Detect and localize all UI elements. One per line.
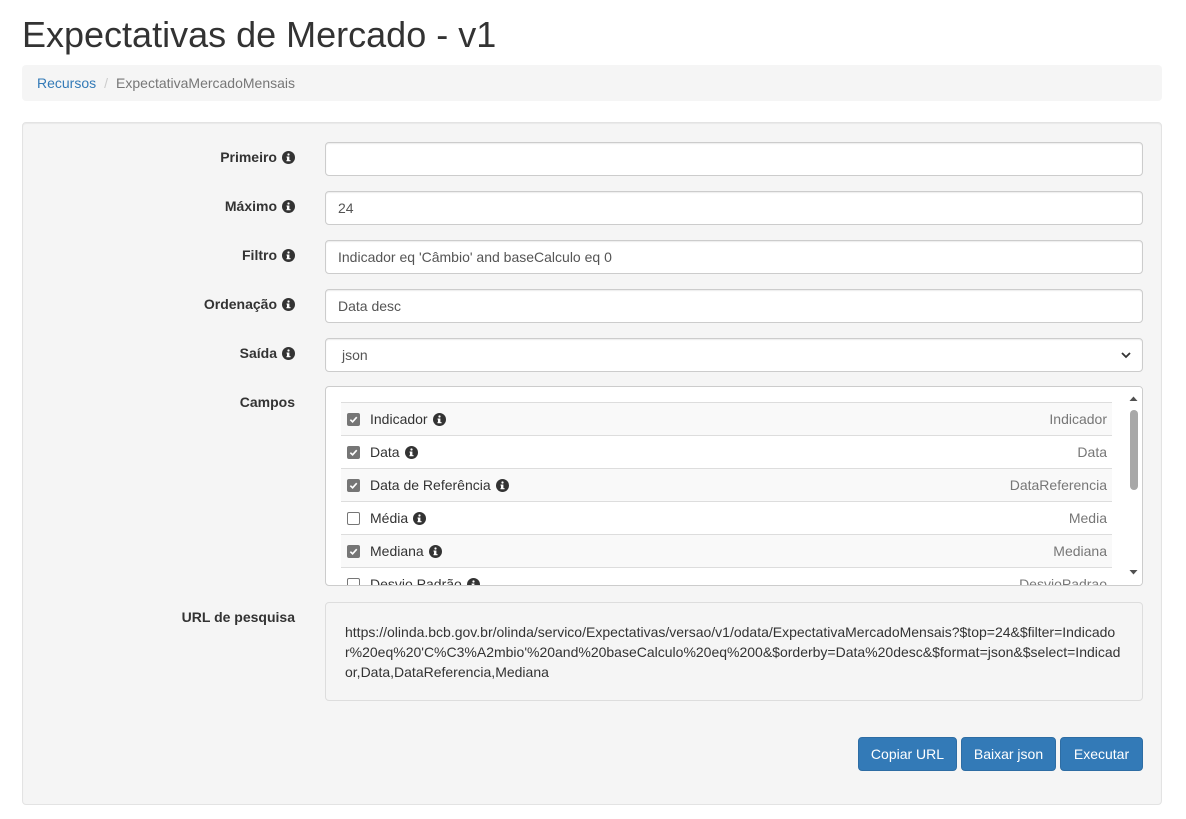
url-label: URL de pesquisa — [23, 609, 295, 625]
info-icon[interactable] — [432, 412, 446, 426]
campo-key: Data — [1077, 444, 1107, 460]
scrollbar-thumb[interactable] — [1130, 410, 1138, 490]
campo-label-wrap: Indicador — [370, 411, 446, 427]
campo-row[interactable]: Mediana Mediana — [341, 534, 1112, 567]
campo-label-wrap: Data — [370, 444, 418, 460]
campos-label: Campos — [23, 394, 295, 410]
campo-row[interactable]: Indicador Indicador — [341, 402, 1112, 435]
breadcrumb: Recursos / ExpectativaMercadoMensais — [22, 65, 1162, 101]
execute-button[interactable]: Executar — [1060, 737, 1143, 771]
campo-label: Data de Referência — [370, 477, 491, 493]
campo-checkbox[interactable] — [347, 511, 360, 525]
campo-checkbox[interactable] — [347, 445, 360, 459]
filtro-label-text: Filtro — [242, 247, 277, 263]
primeiro-label: Primeiro — [23, 149, 295, 165]
maximo-label-text: Máximo — [224, 198, 277, 214]
primeiro-input[interactable] — [325, 142, 1143, 176]
campos-scrollbar[interactable] — [1125, 387, 1142, 585]
ordenacao-input[interactable] — [325, 289, 1143, 323]
breadcrumb-current: ExpectativaMercadoMensais — [116, 75, 296, 91]
campos-list-box[interactable]: Indicador Indicador Data Data Data de Referê… — [325, 386, 1143, 586]
scroll-down-icon[interactable] — [1129, 568, 1138, 577]
campo-label-wrap: Desvio Padrão — [370, 576, 480, 586]
campo-label-wrap: Data de Referência — [370, 477, 509, 493]
info-icon[interactable] — [282, 150, 295, 164]
saida-label-text: Saída — [239, 345, 277, 361]
info-icon[interactable] — [282, 346, 295, 360]
campo-key: DataReferencia — [1009, 477, 1107, 493]
ordenacao-label: Ordenação — [23, 296, 295, 312]
breadcrumb-separator: / — [104, 75, 109, 91]
campo-key: Media — [1068, 510, 1107, 526]
scroll-up-icon[interactable] — [1129, 394, 1138, 403]
info-icon[interactable] — [495, 478, 509, 492]
info-icon[interactable] — [282, 199, 295, 213]
campo-row[interactable]: Data de Referência DataReferencia — [341, 468, 1112, 501]
campo-label: Mediana — [370, 543, 424, 559]
campo-key: DesvioPadrao — [1019, 576, 1107, 586]
campo-label: Média — [370, 510, 409, 526]
campos-label-text: Campos — [239, 394, 295, 410]
campo-row[interactable]: Desvio Padrão DesvioPadrao — [341, 567, 1112, 586]
campo-label: Data — [370, 444, 400, 460]
copy-url-button[interactable]: Copiar URL — [858, 737, 957, 771]
maximo-input[interactable] — [325, 191, 1143, 225]
campo-checkbox[interactable] — [347, 577, 360, 585]
info-icon[interactable] — [413, 511, 427, 525]
info-icon[interactable] — [466, 577, 480, 585]
download-json-button[interactable]: Baixar json — [961, 737, 1056, 771]
page-title: Expectativas de Mercado - v1 — [22, 14, 497, 55]
url-label-text: URL de pesquisa — [181, 609, 295, 625]
campo-checkbox[interactable] — [347, 478, 360, 492]
saida-select-value: json — [342, 347, 368, 363]
campo-row[interactable]: Data Data — [341, 435, 1112, 468]
filtro-input[interactable] — [325, 240, 1143, 274]
campo-label: Desvio Padrão — [370, 576, 462, 586]
primeiro-label-text: Primeiro — [220, 149, 277, 165]
query-form-panel: Primeiro Máximo Filtro Ordenação Saída j… — [22, 122, 1162, 805]
campo-label: Indicador — [370, 411, 428, 427]
campo-row[interactable]: Média Media — [341, 501, 1112, 534]
maximo-label: Máximo — [23, 198, 295, 214]
filtro-label: Filtro — [23, 247, 295, 263]
info-icon[interactable] — [404, 445, 418, 459]
chevron-down-icon — [1120, 349, 1132, 361]
campo-key: Mediana — [1053, 543, 1107, 559]
ordenacao-label-text: Ordenação — [203, 296, 277, 312]
campo-checkbox[interactable] — [347, 412, 360, 426]
url-output: https://olinda.bcb.gov.br/olinda/servico… — [325, 602, 1143, 701]
campo-label-wrap: Mediana — [370, 543, 442, 559]
saida-label: Saída — [23, 345, 295, 361]
saida-select[interactable]: json — [325, 338, 1143, 372]
campo-key: Indicador — [1049, 411, 1107, 427]
campo-label-wrap: Média — [370, 510, 427, 526]
campo-checkbox[interactable] — [347, 544, 360, 558]
info-icon[interactable] — [282, 297, 295, 311]
breadcrumb-link-recursos[interactable]: Recursos — [37, 75, 96, 91]
campos-list: Indicador Indicador Data Data Data de Referê… — [341, 402, 1112, 586]
info-icon[interactable] — [428, 544, 442, 558]
info-icon[interactable] — [282, 248, 295, 262]
